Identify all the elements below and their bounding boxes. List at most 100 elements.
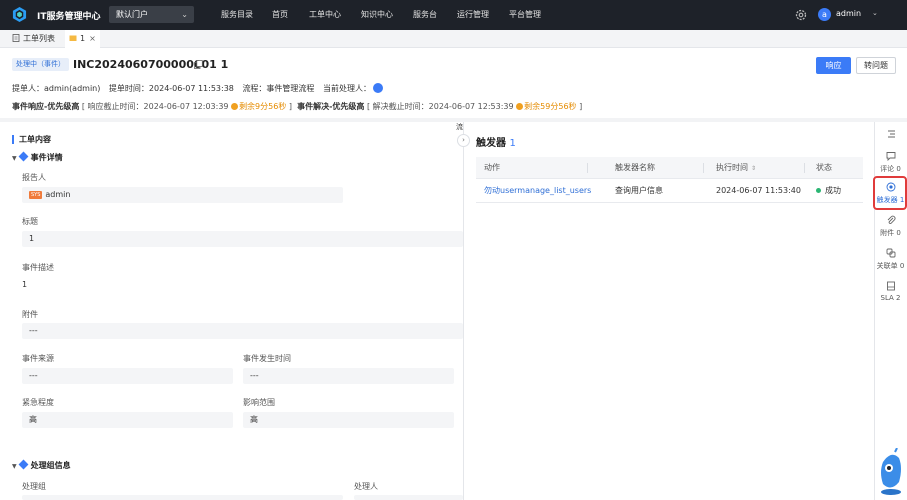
column-header-name: 触发器名称 — [615, 163, 655, 172]
rail-list[interactable] — [874, 129, 907, 142]
current-handler-label: 当前处理人： — [322, 84, 371, 93]
column-separator — [703, 163, 704, 173]
nav-service-desk[interactable]: 服务台 — [413, 9, 437, 20]
caret-down-icon: ▼ — [12, 463, 17, 470]
trigger-action-link[interactable]: 勿动usermanage_list_users — [484, 179, 591, 203]
handler-group-label: 处理组 — [22, 482, 46, 491]
chevron-right-icon[interactable]: › — [457, 134, 470, 147]
group-title: 事件详情 — [30, 153, 63, 162]
table-header: 动作 触发器名称 执行时间 ⇕ 状态 — [476, 157, 863, 179]
handler-label: 处理人 — [354, 482, 378, 491]
rail-sla[interactable]: SLA 2 — [874, 281, 907, 302]
tab-ticket-list[interactable]: 工单列表 — [12, 30, 55, 48]
rail-comment[interactable]: 评论 0 — [874, 151, 907, 174]
nav-ticket-center[interactable]: 工单中心 — [309, 9, 341, 20]
title-label: 标题 — [22, 217, 38, 226]
close-icon[interactable]: × — [89, 34, 96, 43]
sla-bracket: ] — [288, 102, 293, 111]
sla-solve-title: 事件解决-优先级高 — [297, 102, 365, 111]
sort-icon[interactable]: ⇕ — [751, 165, 756, 172]
document-icon — [12, 34, 20, 42]
sla-response-remaining: 剩余9分56秒 — [239, 102, 287, 111]
occur-time-field: --- — [243, 368, 454, 384]
link-icon — [886, 248, 895, 258]
tab-label: 工单列表 — [23, 34, 55, 43]
sla-response-title: 事件响应-优先级高 — [12, 102, 80, 111]
group-handler-info[interactable]: ▼ 处理组信息 — [12, 459, 71, 471]
comment-icon — [886, 152, 895, 161]
splitter-label: 流 — [456, 123, 463, 131]
submitter: 提单人：admin(admin) — [12, 84, 101, 93]
urgency-label: 紧急程度 — [22, 398, 54, 407]
table-row: 勿动usermanage_list_users 查询用户信息 2024-06-0… — [476, 179, 863, 203]
avatar[interactable]: a — [818, 8, 831, 21]
gear-icon[interactable] — [795, 9, 807, 21]
trigger-status: 成功 — [816, 179, 841, 203]
layers-icon — [18, 151, 29, 162]
ticket-meta: 提单人：admin(admin) 提单时间：2024-06-07 11:53:3… — [12, 83, 383, 94]
trigger-panel-title: 触发器 1 — [476, 134, 516, 149]
sla-solve-remaining: 剩余59分56秒 — [524, 102, 577, 111]
column-header-time[interactable]: 执行时间 ⇕ — [716, 157, 756, 180]
column-label: 执行时间 — [716, 163, 748, 172]
sla-icon — [886, 281, 895, 291]
chevron-down-icon: ⌄ — [181, 10, 188, 19]
occur-time-label: 事件发生时间 — [243, 354, 291, 363]
tab-label: 1 — [80, 34, 86, 43]
nav-operations[interactable]: 运行管理 — [457, 9, 489, 20]
status-dot-icon — [816, 188, 821, 193]
nav-platform[interactable]: 平台管理 — [509, 9, 541, 20]
attachment-field: --- — [22, 323, 463, 339]
group-event-details[interactable]: ▼ 事件详情 — [12, 151, 63, 163]
tab-ticket-1[interactable]: 1 × — [65, 30, 100, 48]
user-name[interactable]: admin — [836, 9, 861, 18]
group-title: 处理组信息 — [30, 461, 71, 470]
handler-field — [354, 495, 463, 500]
rail-related[interactable]: 关联单 0 — [874, 248, 907, 271]
chevron-down-icon[interactable]: ⌄ — [872, 9, 878, 17]
trigger-table: 动作 触发器名称 执行时间 ⇕ 状态 勿动usermanage_list_user… — [476, 157, 863, 203]
impact-field: 高 — [243, 412, 454, 428]
sla-response-deadline: [ 响应截止时间：2024-06-07 12:03:39 — [81, 102, 229, 111]
rail-attachment[interactable]: 附件 0 — [874, 215, 907, 238]
trigger-count: 1 — [509, 138, 516, 149]
description-value: 1 — [22, 280, 28, 289]
trigger-title-text: 触发器 — [476, 138, 506, 149]
nav-service-catalog[interactable]: 服务目录 — [221, 9, 253, 20]
rail-label: 评论 0 — [880, 165, 901, 173]
folder-icon — [69, 35, 77, 41]
panel-splitter[interactable] — [463, 122, 464, 500]
respond-button[interactable]: 响应 — [816, 57, 851, 74]
handler-group-field — [22, 495, 343, 500]
nav-knowledge-center[interactable]: 知识中心 — [361, 9, 393, 20]
clock-icon — [231, 103, 239, 110]
column-header-status: 状态 — [816, 163, 832, 172]
description-label: 事件描述 — [22, 263, 54, 272]
list-icon — [887, 130, 895, 138]
submit-time: 提单时间：2024-06-07 11:53:38 — [108, 84, 234, 93]
handler-avatar[interactable] — [372, 83, 383, 93]
sla-info: 事件响应-优先级高 [ 响应截止时间：2024-06-07 12:03:39 剩… — [12, 101, 582, 112]
column-separator — [587, 163, 588, 173]
copy-icon[interactable] — [194, 60, 203, 69]
reporter-label: 报告人 — [22, 173, 46, 182]
urgency-field: 高 — [22, 412, 233, 428]
sla-solve-deadline: [ 解决截止时间：2024-06-07 12:53:39 — [366, 102, 514, 111]
nav-home[interactable]: 首页 — [272, 9, 288, 20]
app-title: IT服务管理中心 — [37, 12, 101, 22]
column-separator — [804, 163, 805, 173]
section-title: 工单内容 — [12, 135, 51, 144]
portal-select[interactable]: 默认门户 ⌄ — [109, 6, 194, 23]
rail-label: 附件 0 — [880, 229, 901, 237]
trigger-name: 查询用户信息 — [615, 186, 663, 195]
reporter-field: SYS admin — [22, 187, 343, 203]
transfer-problem-button[interactable]: 转问题 — [856, 57, 896, 74]
column-header-action: 动作 — [484, 163, 500, 172]
source-field: --- — [22, 368, 233, 384]
top-nav: IT服务管理中心 默认门户 ⌄ 服务目录 首页 工单中心 知识中心 服务台 运行… — [0, 0, 907, 30]
layers-icon — [18, 459, 29, 470]
assistant-mascot-icon[interactable] — [877, 448, 905, 496]
reporter-badge: SYS — [29, 191, 43, 199]
portal-select-value: 默认门户 — [116, 10, 148, 19]
divider — [0, 118, 907, 122]
